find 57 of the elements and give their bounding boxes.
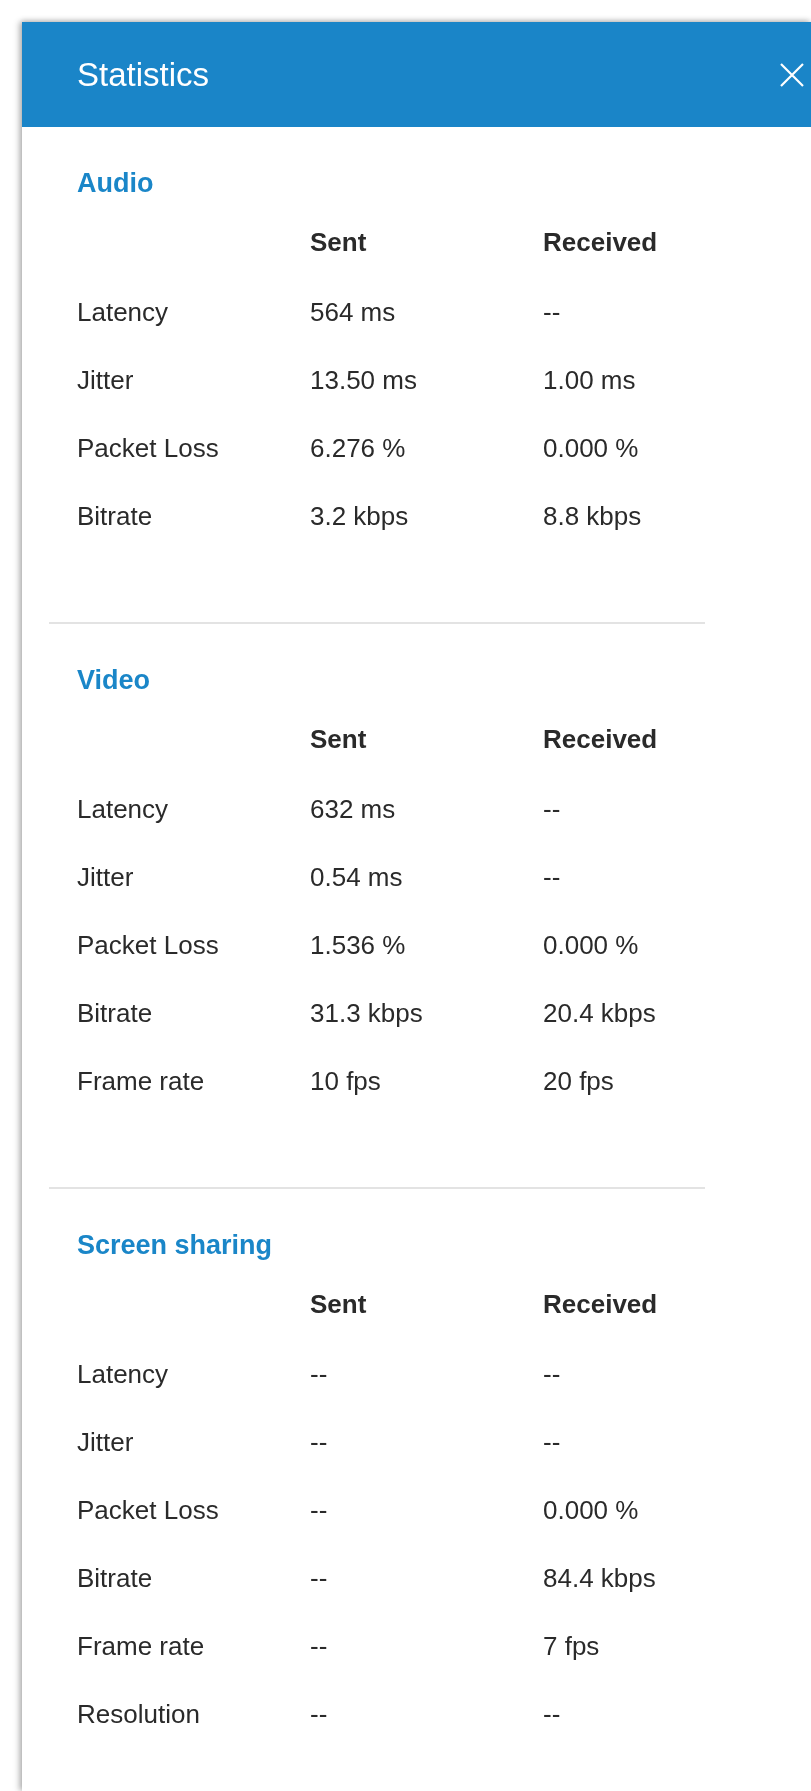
window-title: Statistics xyxy=(77,55,210,94)
stat-value: 632 ms xyxy=(310,792,397,826)
stat-value: 31.3 kbps xyxy=(310,996,424,1030)
row-label: Frame rate xyxy=(77,1629,206,1663)
stat-value: 84.4 kbps xyxy=(543,1561,657,1595)
stat-value: -- xyxy=(543,295,562,329)
row-label: Latency xyxy=(77,295,170,329)
stat-value: -- xyxy=(310,1697,329,1731)
stat-value: 10 fps xyxy=(310,1064,382,1098)
row-label: Resolution xyxy=(77,1697,201,1731)
stat-value: -- xyxy=(310,1425,329,1459)
row-label: Latency xyxy=(77,792,170,826)
row-label: Packet Loss xyxy=(77,928,220,962)
column-header: Sent xyxy=(310,1287,368,1321)
row-label: Latency xyxy=(77,1357,170,1391)
stat-value: 1.00 ms xyxy=(543,363,637,397)
stat-value: -- xyxy=(543,1357,562,1391)
row-label: Bitrate xyxy=(77,996,154,1030)
stat-value: 1.536 % xyxy=(310,928,407,962)
close-icon xyxy=(779,61,805,88)
stat-value: -- xyxy=(543,860,562,894)
stat-value: -- xyxy=(310,1493,329,1527)
column-header: Received xyxy=(543,225,659,259)
stat-value: -- xyxy=(310,1629,329,1663)
section-title: Audio xyxy=(77,167,155,200)
close-button[interactable] xyxy=(779,61,805,88)
row-label: Bitrate xyxy=(77,499,154,533)
stat-value: -- xyxy=(310,1357,329,1391)
row-label: Jitter xyxy=(77,860,135,894)
stat-value: 0.000 % xyxy=(543,1493,640,1527)
row-label: Packet Loss xyxy=(77,431,220,465)
stat-value: -- xyxy=(310,1561,329,1595)
column-header: Received xyxy=(543,1287,659,1321)
stat-value: 3.2 kbps xyxy=(310,499,410,533)
section-title: Screen sharing xyxy=(77,1229,274,1262)
stat-value: 0.54 ms xyxy=(310,860,404,894)
row-label: Jitter xyxy=(77,363,135,397)
stat-value: -- xyxy=(543,1697,562,1731)
stat-value: 6.276 % xyxy=(310,431,407,465)
stat-value: 7 fps xyxy=(543,1629,601,1663)
stat-value: 20.4 kbps xyxy=(543,996,657,1030)
row-label: Frame rate xyxy=(77,1064,206,1098)
column-header: Sent xyxy=(310,722,368,756)
stat-value: 8.8 kbps xyxy=(543,499,643,533)
stat-value: 20 fps xyxy=(543,1064,615,1098)
stat-value: 13.50 ms xyxy=(310,363,418,397)
section-title: Video xyxy=(77,664,152,697)
row-label: Packet Loss xyxy=(77,1493,220,1527)
column-header: Sent xyxy=(310,225,368,259)
stat-value: 0.000 % xyxy=(543,928,640,962)
column-header: Received xyxy=(543,722,659,756)
row-label: Bitrate xyxy=(77,1561,154,1595)
row-label: Jitter xyxy=(77,1425,135,1459)
stat-value: 564 ms xyxy=(310,295,397,329)
stat-value: -- xyxy=(543,792,562,826)
stat-value: -- xyxy=(543,1425,562,1459)
stat-value: 0.000 % xyxy=(543,431,640,465)
